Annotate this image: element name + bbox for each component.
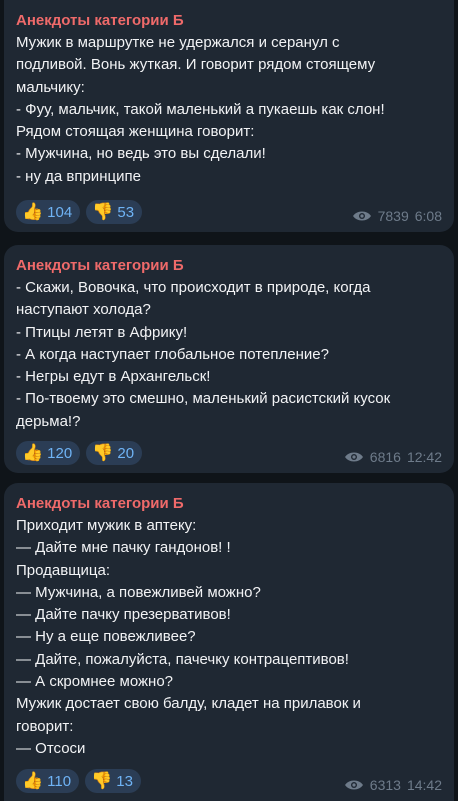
message-text: Приходит мужик в аптеку: — Дайте мне пач… [16,515,442,760]
message-line: Мужик достает свою балду, кладет на прил… [16,695,361,713]
message-line: Рядом стоящая женщина говорит: [16,123,255,141]
reaction-count: 110 [47,772,72,790]
message-line: — Мужчина, а повежливей можно? [16,583,261,601]
thumbs-down-icon: 👎 [92,202,114,221]
thumbs-up-icon: 👍 [22,202,44,221]
message-bubble[interactable]: Анекдоты категории Б Мужик в маршрутке н… [4,0,454,232]
message-line: мальчику: [16,78,85,96]
message-line: - Скажи, Вовочка, что происходит в приро… [16,279,371,296]
message-line: Мужик в маршрутке не удержался и серанул… [16,34,340,51]
thumbs-down-icon: 👎 [92,443,114,462]
message-footer: 👍 104 👎 53 7839 6:08 [16,200,442,224]
message-bubble[interactable]: Анекдоты категории Б Приходит мужик в ап… [4,483,454,801]
message-line: — Отсоси [16,739,86,757]
message-line: - ну да впринципе [16,167,141,185]
message-meta: 6816 12:42 [344,449,442,465]
message-meta: 7839 6:08 [352,208,442,224]
thumbs-up-icon: 👍 [22,443,44,462]
eye-icon [352,211,371,221]
message-line: наступают холода? [16,301,151,319]
message-line: говорит: [16,717,74,735]
reaction-thumbs-down[interactable]: 👎 13 [85,769,141,793]
message-line: - Птицы летят в Африку! [16,323,188,341]
reaction-thumbs-down[interactable]: 👎 20 [86,441,143,465]
message-time: 6:08 [414,208,442,224]
message-line: Продавщица: [16,561,111,579]
reaction-count: 20 [117,444,135,462]
message-line: — Дайте, пожалуйста, пачечку контрацепти… [16,650,349,668]
eye-icon [344,452,363,462]
message-text: - Скажи, Вовочка, что происходит в приро… [16,277,442,433]
reaction-count: 53 [117,203,135,221]
channel-name[interactable]: Анекдоты категории Б [16,255,442,277]
thumbs-down-icon: 👎 [91,771,113,790]
thumbs-up-icon: 👍 [22,771,44,790]
reactions: 👍 110 👎 13 [16,769,141,793]
reaction-count: 104 [47,203,73,221]
message-line: — Дайте пачку презервативов! [16,606,231,624]
view-count: 6816 [369,449,401,465]
message-line: - Негры едут в Архангельск! [16,368,211,386]
reaction-thumbs-down[interactable]: 👎 53 [86,200,143,224]
message-line: подливой. Вонь жуткая. И говорит рядом с… [16,56,376,74]
message-footer: 👍 110 👎 13 6313 14:42 [16,769,442,793]
reactions: 👍 120 👎 20 [16,441,143,465]
message-feed: Анекдоты категории Б Мужик в маршрутке н… [0,0,458,801]
message-line: — А скромнее можно? [16,673,174,691]
message-line: - Мужчина, но ведь это вы сделали! [16,145,266,163]
message-bubble[interactable]: Анекдоты категории Б - Скажи, Вовочка, ч… [4,245,454,473]
message-line: - А когда наступает глобальное потеплени… [16,345,329,363]
message-line: — Дайте мне пачку гандонов! ! [16,539,231,557]
reaction-count: 13 [116,772,133,790]
message-line: Приходит мужик в аптеку: [16,517,197,534]
message-text: Мужик в маршрутке не удержался и серанул… [16,32,442,188]
reactions: 👍 104 👎 53 [16,200,143,224]
reaction-thumbs-up[interactable]: 👍 104 [16,200,81,224]
view-count: 7839 [377,208,409,224]
channel-name[interactable]: Анекдоты категории Б [16,10,442,32]
reaction-thumbs-up[interactable]: 👍 120 [16,441,81,465]
message-time: 14:42 [406,777,442,793]
channel-name[interactable]: Анекдоты категории Б [16,493,442,515]
message-line: - Фуу, мальчик, такой маленький а пукаеш… [16,100,385,118]
reaction-count: 120 [47,444,73,462]
message-line: — Ну а еще повежливее? [16,628,196,646]
view-count: 6313 [369,777,401,793]
message-meta: 6313 14:42 [344,777,442,793]
eye-icon [344,780,363,790]
reaction-thumbs-up[interactable]: 👍 110 [16,769,80,793]
message-line: - По-твоему это смешно, маленький расист… [16,390,391,408]
message-footer: 👍 120 👎 20 6816 12:42 [16,441,442,465]
message-line: дерьма!? [16,412,81,430]
message-time: 12:42 [406,449,442,465]
